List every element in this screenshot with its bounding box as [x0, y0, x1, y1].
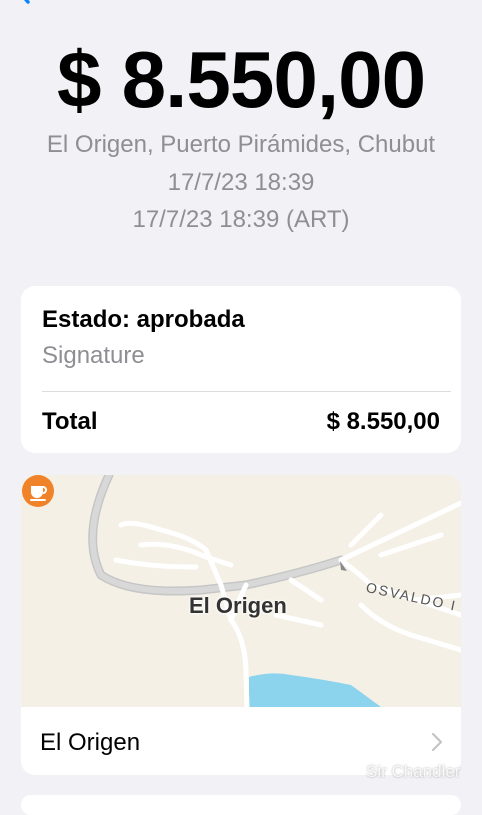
transaction-amount: $ 8.550,00 — [56, 35, 426, 124]
transaction-date-timezone: 17/7/23 18:39 (ART) — [132, 206, 350, 233]
coffee-cup-icon[interactable] — [21, 475, 55, 509]
place-name: El Origen — [40, 729, 141, 756]
total-value: $ 8.550,00 — [326, 408, 440, 435]
divider — [42, 391, 451, 392]
transaction-date: 17/7/23 18:39 — [167, 169, 315, 196]
status-card: Estado: aprobada Signature Total $ 8.550… — [21, 286, 461, 453]
map-card[interactable]: El Origen OSVALDO I El Origen — [21, 475, 461, 775]
chevron-right-icon — [431, 732, 443, 752]
card-type-label: Signature — [42, 342, 145, 369]
map-place-label: El Origen — [189, 593, 287, 618]
next-card — [21, 795, 461, 815]
merchant-location: El Origen, Puerto Pirámides, Chubut — [46, 131, 436, 158]
map-view[interactable]: El Origen OSVALDO I — [21, 475, 461, 707]
watermark: Sir Chandler — [366, 762, 461, 781]
total-label: Total — [42, 408, 98, 435]
water-area — [249, 673, 381, 707]
back-chevron-icon[interactable] — [6, 0, 36, 16]
status-label: Estado: aprobada — [42, 306, 245, 333]
